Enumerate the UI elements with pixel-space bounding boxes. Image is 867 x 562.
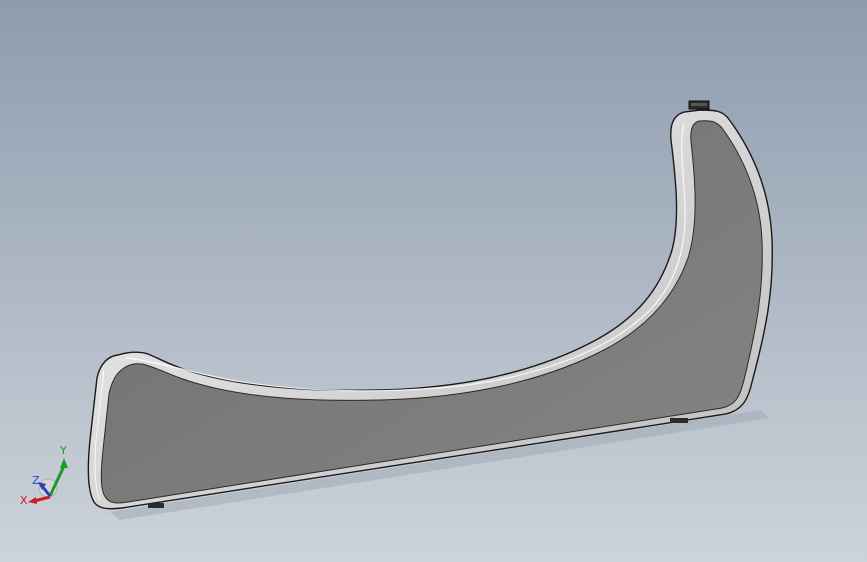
reference-triad[interactable]: Y Z X	[20, 440, 80, 510]
model-scene[interactable]	[0, 0, 867, 562]
x-axis-arrow	[28, 497, 37, 504]
foot-right[interactable]	[670, 418, 688, 423]
y-axis-arrow	[60, 458, 68, 468]
top-tab-highlight	[691, 103, 707, 106]
x-axis-label: X	[20, 494, 28, 507]
y-axis-label: Y	[59, 444, 67, 457]
z-axis-label: Z	[32, 474, 40, 487]
graphics-viewport[interactable]: Y Z X	[0, 0, 867, 562]
foot-left[interactable]	[148, 503, 164, 508]
